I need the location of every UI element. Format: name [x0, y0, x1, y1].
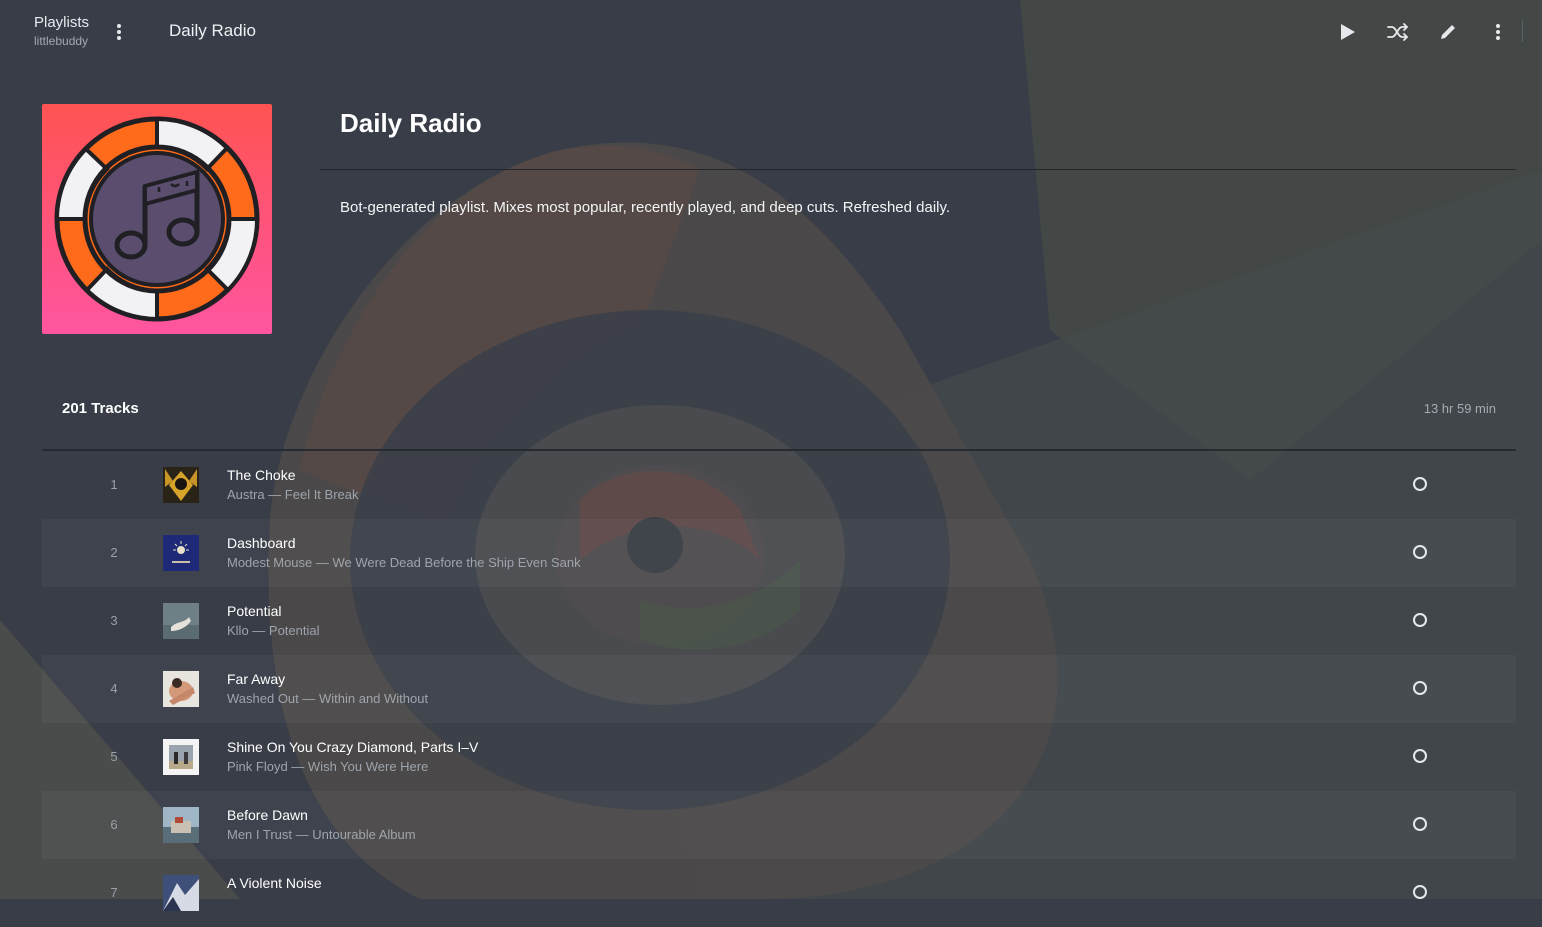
track-number: 2 — [110, 545, 118, 560]
track-row[interactable]: 7 A Violent Noise — [42, 859, 1516, 927]
track-row[interactable]: 2 Dashboard Modest Mouse — We Were Dead … — [42, 519, 1516, 587]
album-art — [163, 739, 199, 775]
music-note-icon — [54, 116, 260, 322]
track-list: 1 The Choke Austra — Feel It Break 2 Das… — [42, 451, 1516, 927]
breadcrumb[interactable]: Playlists littlebuddy — [34, 13, 89, 49]
track-count: 201 Tracks — [62, 400, 139, 417]
album-art — [163, 671, 199, 707]
track-select-circle-icon[interactable] — [1413, 681, 1427, 695]
track-row[interactable]: 5 Shine On You Crazy Diamond, Parts I–V … — [42, 723, 1516, 791]
page-title: Daily Radio — [169, 21, 256, 40]
shuffle-button[interactable] — [1384, 18, 1412, 46]
total-duration: 13 hr 59 min — [1423, 401, 1496, 416]
playlist-description: Bot-generated playlist. Mixes most popul… — [340, 199, 951, 216]
track-title: Potential — [227, 603, 282, 619]
edit-icon — [1441, 25, 1455, 39]
track-number: 4 — [110, 681, 118, 696]
track-title: Before Dawn — [227, 807, 308, 823]
topbar-divider — [1522, 20, 1523, 42]
track-title: Far Away — [227, 671, 286, 687]
play-button[interactable] — [1334, 18, 1362, 46]
track-artist-album: Washed Out — Within and Without — [227, 691, 429, 706]
track-select-circle-icon[interactable] — [1413, 817, 1427, 831]
track-row[interactable]: 6 Before Dawn Men I Trust — Untourable A… — [42, 791, 1516, 859]
track-select-circle-icon[interactable] — [1413, 477, 1427, 491]
track-title: Dashboard — [227, 535, 296, 551]
track-select-circle-icon[interactable] — [1413, 545, 1427, 559]
track-row[interactable]: 3 Potential Kllo — Potential — [42, 587, 1516, 655]
album-art — [163, 535, 199, 571]
title-divider — [320, 169, 1516, 170]
track-number: 1 — [110, 477, 118, 492]
breadcrumb-subtitle: littlebuddy — [34, 34, 89, 48]
more-vert-icon — [1496, 24, 1500, 40]
track-select-circle-icon[interactable] — [1413, 749, 1427, 763]
album-art — [163, 875, 199, 911]
album-art — [163, 467, 199, 503]
track-title: The Choke — [227, 467, 296, 483]
track-title: A Violent Noise — [227, 875, 322, 891]
track-select-circle-icon[interactable] — [1413, 885, 1427, 899]
track-number: 3 — [110, 613, 118, 628]
more-button[interactable] — [1484, 18, 1512, 46]
track-number: 5 — [110, 749, 118, 764]
track-number: 6 — [110, 817, 118, 832]
edit-button[interactable] — [1434, 18, 1462, 46]
play-icon — [1341, 24, 1355, 40]
shuffle-icon — [1387, 23, 1408, 41]
toolbar-actions — [1334, 18, 1512, 46]
track-artist-album: Modest Mouse — We Were Dead Before the S… — [227, 555, 581, 570]
more-vert-icon[interactable] — [108, 20, 130, 44]
track-select-circle-icon[interactable] — [1413, 613, 1427, 627]
breadcrumb-title[interactable]: Playlists — [34, 13, 89, 33]
track-number: 7 — [110, 885, 118, 900]
album-art — [163, 807, 199, 843]
album-art — [163, 603, 199, 639]
track-row[interactable]: 1 The Choke Austra — Feel It Break — [42, 451, 1516, 519]
track-row[interactable]: 4 Far Away Washed Out — Within and Witho… — [42, 655, 1516, 723]
top-bar: Playlists littlebuddy Daily Radio — [0, 0, 1542, 64]
track-artist-album: Austra — Feel It Break — [227, 487, 359, 502]
playlist-title: Daily Radio — [340, 108, 482, 138]
track-title: Shine On You Crazy Diamond, Parts I–V — [227, 739, 479, 755]
track-artist-album: Men I Trust — Untourable Album — [227, 827, 416, 842]
track-artist-album: Kllo — Potential — [227, 623, 320, 638]
track-artist-album: Pink Floyd — Wish You Were Here — [227, 759, 429, 774]
playlist-cover — [42, 104, 272, 334]
